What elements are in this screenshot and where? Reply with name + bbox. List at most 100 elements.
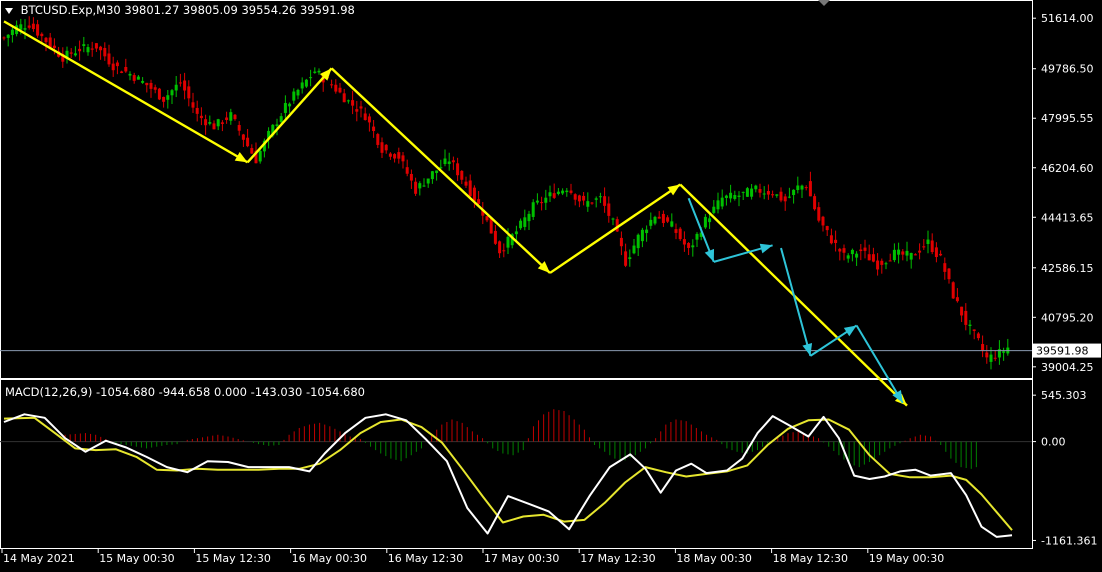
candle-bear bbox=[199, 115, 203, 119]
candle-bear bbox=[661, 213, 665, 224]
price-tick-label: 46204.60 bbox=[1041, 162, 1094, 175]
candle-bear bbox=[233, 114, 237, 120]
candle-bull bbox=[649, 219, 653, 226]
macd-label: MACD(12,26,9) -1054.680 -944.658 0.000 -… bbox=[5, 385, 365, 399]
scroll-marker-icon[interactable] bbox=[818, 0, 830, 6]
candle-bear bbox=[342, 93, 346, 103]
candle-bear bbox=[183, 80, 187, 91]
time-tick-label: 17 May 12:30 bbox=[580, 552, 655, 565]
candle-bear bbox=[111, 63, 115, 71]
yellow-trend-arrow bbox=[330, 67, 551, 274]
price-tick-label: 40795.20 bbox=[1041, 311, 1094, 324]
candle-bear bbox=[624, 251, 628, 266]
candle-bull bbox=[695, 233, 699, 240]
candle-bull bbox=[535, 200, 539, 203]
candle-bull bbox=[670, 221, 674, 227]
candle-bear bbox=[582, 195, 586, 201]
candle-bear bbox=[808, 181, 812, 197]
candle-bull bbox=[531, 202, 535, 217]
candle-bear bbox=[682, 239, 686, 245]
candle-bull bbox=[909, 252, 913, 260]
candle-bear bbox=[376, 134, 380, 145]
candle-bear bbox=[863, 247, 867, 251]
candle-bear bbox=[2, 37, 6, 39]
candle-bear bbox=[212, 123, 216, 130]
candle-bull bbox=[548, 192, 552, 197]
candle-bull bbox=[846, 255, 850, 259]
candle-bull bbox=[703, 216, 707, 228]
yellow-trend-arrow bbox=[3, 20, 249, 164]
candle-bear bbox=[409, 173, 413, 181]
candle-bull bbox=[86, 47, 90, 53]
candle-bear bbox=[36, 24, 40, 36]
time-tick-label: 19 May 00:30 bbox=[869, 552, 944, 565]
candle-bear bbox=[922, 246, 926, 248]
candle-bull bbox=[897, 249, 901, 255]
candle-bear bbox=[401, 155, 405, 162]
candle-bull bbox=[796, 185, 800, 190]
dropdown-triangle-icon[interactable] bbox=[5, 7, 13, 14]
candle-bull bbox=[586, 201, 590, 207]
candle-bear bbox=[451, 160, 455, 163]
candle-bull bbox=[716, 200, 720, 210]
candle-bear bbox=[960, 306, 964, 316]
candle-bear bbox=[359, 106, 363, 109]
candle-bear bbox=[993, 357, 997, 359]
candle-bull bbox=[418, 183, 422, 189]
candle-bear bbox=[334, 84, 338, 92]
candle-bull bbox=[556, 191, 560, 194]
time-tick-label: 18 May 12:30 bbox=[773, 552, 848, 565]
candle-bear bbox=[157, 88, 161, 100]
candle-bull bbox=[645, 229, 649, 234]
candle-bull bbox=[216, 119, 220, 127]
candle-bear bbox=[468, 180, 472, 197]
candle-bear bbox=[388, 153, 392, 157]
candle-bear bbox=[241, 134, 245, 140]
yellow-trend-arrow bbox=[549, 183, 681, 274]
candle-bear bbox=[115, 62, 119, 67]
candle-bear bbox=[972, 329, 976, 331]
candle-bear bbox=[666, 217, 670, 222]
candle-bull bbox=[258, 150, 262, 162]
candle-bear bbox=[804, 187, 808, 189]
candle-bear bbox=[372, 126, 376, 132]
price-tick-label: 39004.25 bbox=[1041, 361, 1094, 374]
candle-bear bbox=[955, 297, 959, 302]
time-tick-label: 15 May 00:30 bbox=[99, 552, 174, 565]
candle-bull bbox=[968, 324, 972, 326]
candle-bear bbox=[187, 86, 191, 99]
candle-bull bbox=[636, 234, 640, 249]
candle-bear bbox=[913, 254, 917, 256]
time-tick-label: 15 May 12:30 bbox=[195, 552, 270, 565]
price-tick-label: 49786.50 bbox=[1041, 63, 1094, 76]
cyan-arrow-head bbox=[759, 243, 773, 254]
candle-bull bbox=[296, 89, 300, 96]
candle-bear bbox=[27, 25, 31, 28]
candle-bear bbox=[124, 66, 128, 72]
candle-bull bbox=[430, 171, 434, 180]
candle-bull bbox=[691, 245, 695, 248]
price-tick-label: 47995.55 bbox=[1041, 112, 1094, 125]
candle-bull bbox=[565, 190, 569, 193]
candle-bear bbox=[498, 241, 502, 254]
candle-bear bbox=[976, 333, 980, 339]
candle-bull bbox=[892, 249, 896, 261]
candle-bear bbox=[380, 142, 384, 153]
candle-bull bbox=[346, 100, 350, 102]
candle-bear bbox=[132, 75, 136, 81]
candle-bear bbox=[107, 53, 111, 65]
candle-bull bbox=[6, 34, 10, 38]
candle-bear bbox=[657, 216, 661, 219]
candle-bear bbox=[825, 226, 829, 231]
chart-canvas: 51614.00 49786.50 47995.55 46204.60 44413.65… bbox=[0, 0, 1101, 565]
candle-bull bbox=[283, 102, 287, 113]
candle-bull bbox=[611, 218, 615, 220]
candle-bear bbox=[577, 195, 581, 202]
candle-bear bbox=[464, 181, 468, 186]
candle-bear bbox=[918, 250, 922, 253]
candle-bull bbox=[300, 82, 304, 89]
time-tick-label: 16 May 00:30 bbox=[292, 552, 367, 565]
candle-bear bbox=[867, 254, 871, 261]
candle-bear bbox=[964, 310, 968, 325]
yellow-arrow-head bbox=[667, 184, 681, 196]
